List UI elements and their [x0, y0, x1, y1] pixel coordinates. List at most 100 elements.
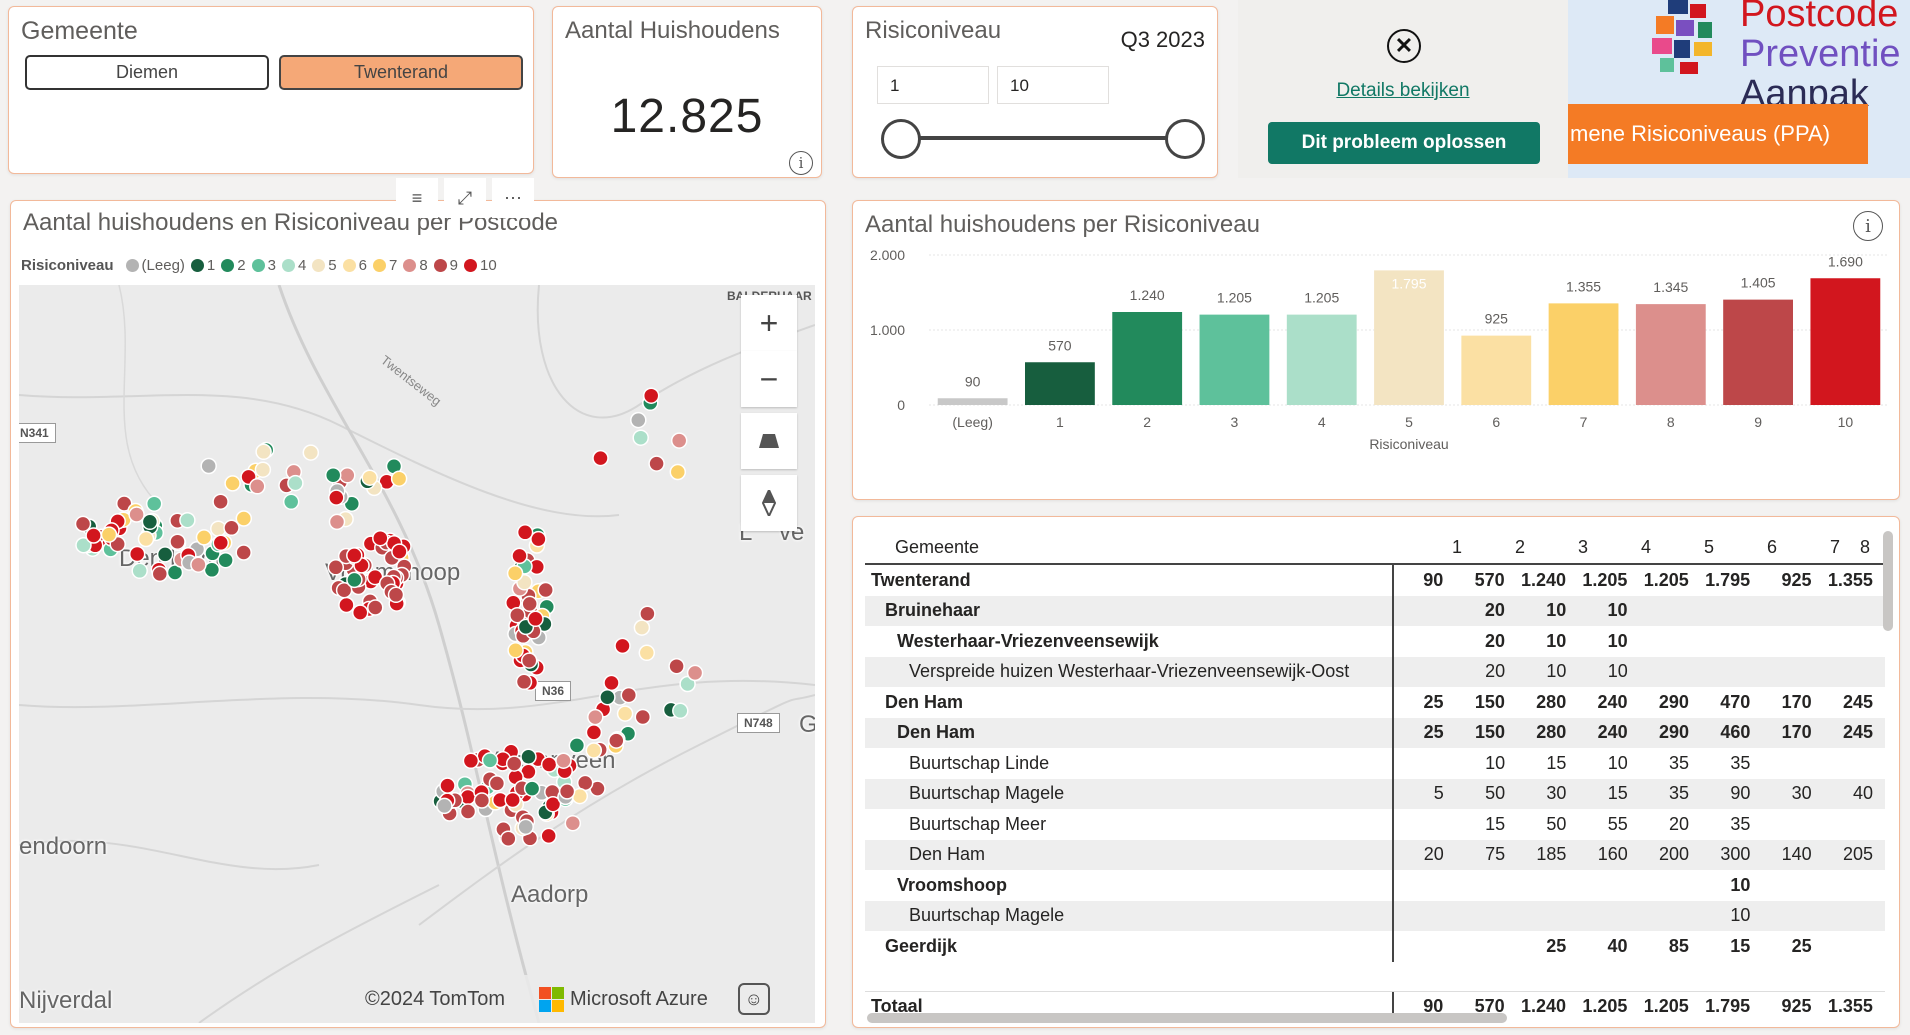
details-link[interactable]: Details bekijken	[1238, 80, 1568, 102]
map-point[interactable]	[346, 571, 363, 589]
map-point[interactable]	[520, 652, 538, 669]
map-point[interactable]	[587, 708, 604, 726]
map-canvas[interactable]: Den Ham Vroomshoop Vriezenveen Aadorp en…	[19, 285, 815, 1023]
gemeente-option-twenterand[interactable]: Twenterand	[279, 55, 523, 90]
map-point[interactable]	[74, 515, 92, 533]
map-point[interactable]	[361, 469, 378, 486]
map-point[interactable]	[521, 595, 538, 613]
min-value-input[interactable]: 1	[877, 66, 989, 104]
map-point[interactable]	[235, 544, 252, 561]
column-header[interactable]: 3	[1537, 537, 1600, 558]
map-point[interactable]	[488, 775, 506, 792]
map-point[interactable]	[255, 443, 272, 461]
fix-problem-button[interactable]: Dit probleem oplossen	[1268, 122, 1540, 164]
column-header[interactable]: 2	[1474, 537, 1537, 558]
map-point[interactable]	[520, 748, 537, 766]
bar[interactable]	[1025, 362, 1095, 405]
map-point[interactable]	[473, 792, 491, 809]
map-point[interactable]	[200, 457, 217, 475]
map-point[interactable]	[131, 562, 148, 580]
zoom-out-button[interactable]: −	[741, 351, 797, 407]
map-point[interactable]	[517, 818, 534, 836]
map-point[interactable]	[639, 605, 656, 622]
map-point[interactable]	[141, 513, 159, 531]
map-point[interactable]	[287, 474, 304, 492]
bar[interactable]	[1548, 303, 1619, 405]
table-row[interactable]: Den Ham 25 150 280 240 290 460 170 245	[865, 717, 1885, 748]
map-point[interactable]	[515, 673, 533, 691]
map-point[interactable]	[634, 708, 652, 726]
close-icon[interactable]: ✕	[1387, 29, 1421, 63]
map-point[interactable]	[387, 586, 405, 604]
horizontal-scrollbar[interactable]	[867, 1013, 1507, 1023]
map-point[interactable]	[128, 506, 145, 523]
bar[interactable]	[1461, 335, 1532, 405]
map-point[interactable]	[638, 644, 656, 662]
map-point[interactable]	[669, 463, 687, 481]
map-point[interactable]	[620, 686, 638, 704]
map-point[interactable]	[436, 797, 453, 815]
map-point[interactable]	[224, 475, 241, 492]
table-row[interactable]: Den Ham 25 150 280 240 290 470 170 245	[865, 687, 1885, 718]
map-point[interactable]	[169, 533, 186, 550]
map-point[interactable]	[190, 556, 207, 573]
column-header[interactable]: 5	[1663, 537, 1726, 558]
map-point[interactable]	[511, 547, 528, 565]
table-row[interactable]: Geerdijk 25 40 85 15 25	[865, 931, 1885, 962]
map-point[interactable]	[302, 444, 320, 461]
map-point[interactable]	[223, 519, 240, 537]
map-point[interactable]	[195, 529, 213, 546]
map-point[interactable]	[564, 814, 582, 832]
map-point[interactable]	[555, 752, 572, 769]
map-point[interactable]	[516, 524, 534, 541]
map-point[interactable]	[616, 705, 634, 722]
bar[interactable]	[1635, 304, 1706, 405]
map-point[interactable]	[100, 526, 118, 543]
map-point[interactable]	[351, 604, 369, 621]
map-point[interactable]	[642, 387, 660, 404]
table-row[interactable]: Westerhaar-Vriezenveensewijk 20 10 10	[865, 626, 1885, 657]
map-point[interactable]	[327, 559, 345, 576]
info-icon[interactable]: i	[1853, 211, 1883, 241]
table-row[interactable]: Verspreide huizen Westerhaar-Vriezenveen…	[865, 656, 1885, 687]
map-point[interactable]	[507, 642, 524, 659]
map-point[interactable]	[614, 637, 631, 655]
map-point[interactable]	[328, 513, 346, 531]
map-point[interactable]	[603, 674, 620, 692]
map-point[interactable]	[481, 752, 499, 769]
table-row[interactable]: Den Ham 20 75 185 160 200 300 140 205	[865, 839, 1885, 870]
map-point[interactable]	[505, 755, 523, 772]
column-header[interactable]: 1	[1411, 537, 1474, 558]
map-point[interactable]	[391, 543, 408, 560]
tilt-button[interactable]	[741, 413, 797, 469]
map-point[interactable]	[668, 657, 685, 675]
table-row[interactable]: Buurtschap Meer 15 50 55 20 35	[865, 809, 1885, 840]
column-header-gemeente[interactable]: Gemeente	[865, 531, 1411, 563]
map-point[interactable]	[328, 489, 345, 506]
map-point[interactable]	[372, 529, 389, 547]
table-row[interactable]: Buurtschap Magele 5 50 30 15 35 90 30 40	[865, 778, 1885, 809]
filter-icon[interactable]: ≡	[396, 178, 438, 218]
map-point[interactable]	[670, 432, 688, 449]
bar[interactable]	[937, 398, 1008, 405]
map-point[interactable]	[254, 461, 272, 478]
map-point[interactable]	[217, 551, 234, 569]
map-point[interactable]	[540, 827, 557, 845]
bar[interactable]	[1286, 314, 1357, 405]
map-point[interactable]	[585, 742, 603, 759]
focus-mode-icon[interactable]: ⤢	[444, 178, 486, 218]
map-point[interactable]	[346, 547, 363, 564]
gemeente-option-diemen[interactable]: Diemen	[25, 55, 269, 90]
map-point[interactable]	[506, 565, 524, 582]
bar[interactable]	[1810, 278, 1881, 405]
slider-max-handle[interactable]	[1165, 119, 1205, 159]
map-point[interactable]	[338, 596, 355, 614]
map-point[interactable]	[500, 830, 517, 847]
map-point[interactable]	[367, 599, 384, 616]
feedback-smiley-icon[interactable]: ☺	[737, 983, 770, 1015]
vertical-scrollbar[interactable]	[1883, 531, 1893, 631]
table-row[interactable]: Vroomshoop 10	[865, 870, 1885, 901]
bar[interactable]	[1723, 299, 1793, 405]
map-point[interactable]	[156, 546, 174, 563]
map-point[interactable]	[137, 530, 155, 548]
